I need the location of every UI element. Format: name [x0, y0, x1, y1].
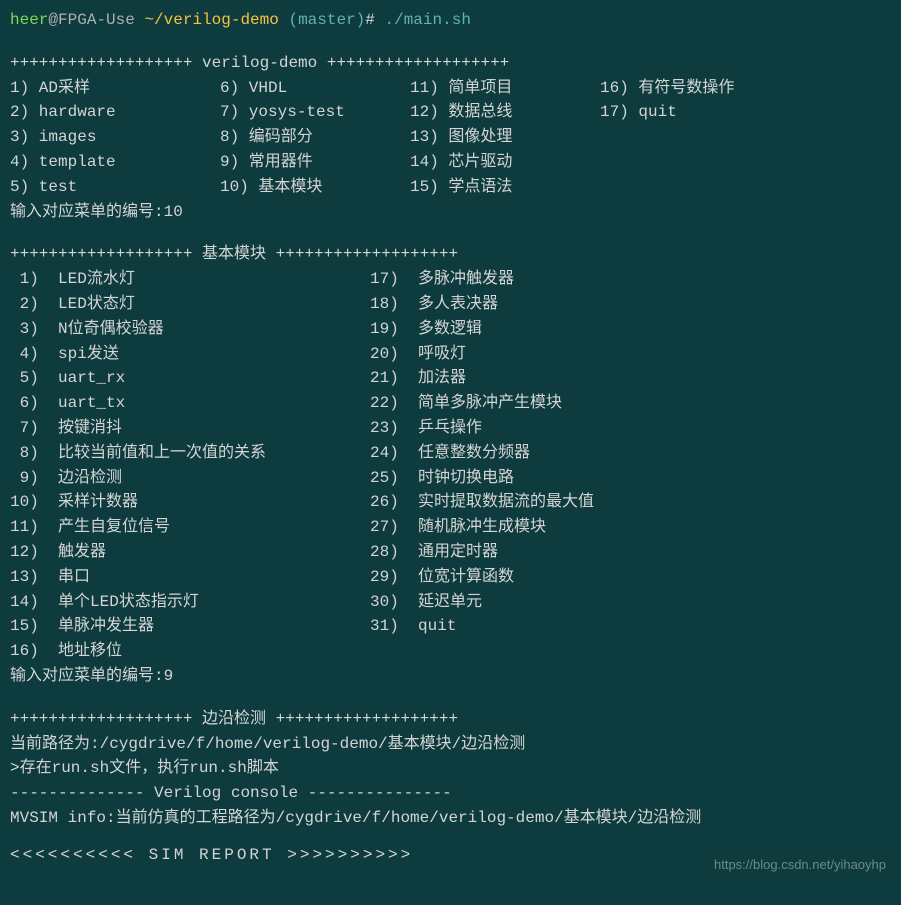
menu-item[interactable]: 14) 芯片驱动 — [410, 150, 600, 175]
menu-item[interactable]: 19) 多数逻辑 — [370, 317, 891, 342]
menu-item — [600, 175, 891, 200]
menu-item[interactable]: 12) 触发器 — [10, 540, 370, 565]
menu-item[interactable]: 21) 加法器 — [370, 366, 891, 391]
menu-item[interactable]: 24) 任意整数分频器 — [370, 441, 891, 466]
menu-item — [600, 150, 891, 175]
section1-header: +++++++++++++++++++ verilog-demo +++++++… — [10, 51, 891, 76]
menu-item[interactable]: 16) 有符号数操作 — [600, 76, 891, 101]
menu-item[interactable]: 6) uart_tx — [10, 391, 370, 416]
menu-item[interactable]: 15) 单脉冲发生器 — [10, 614, 370, 639]
menu1-grid: 1) AD采样6) VHDL11) 简单项目16) 有符号数操作 2) hardw… — [10, 76, 891, 200]
menu-item[interactable]: 12) 数据总线 — [410, 100, 600, 125]
menu-item[interactable]: 1) LED流水灯 — [10, 267, 370, 292]
output-line: >存在run.sh文件，执行run.sh脚本 — [10, 756, 891, 781]
menu-item — [370, 639, 891, 664]
menu-item[interactable]: 4) template — [10, 150, 220, 175]
menu1-input-label: 输入对应菜单的编号: — [10, 203, 164, 221]
menu2-grid: 1) LED流水灯17) 多脉冲触发器 2) LED状态灯18) 多人表决器 3… — [10, 267, 891, 664]
menu-item[interactable]: 15) 学点语法 — [410, 175, 600, 200]
menu-item[interactable]: 9) 常用器件 — [220, 150, 410, 175]
menu-item[interactable]: 10) 采样计数器 — [10, 490, 370, 515]
menu-item[interactable]: 14) 单个LED状态指示灯 — [10, 590, 370, 615]
menu-item[interactable]: 27) 随机脉冲生成模块 — [370, 515, 891, 540]
menu-item[interactable]: 22) 简单多脉冲产生模块 — [370, 391, 891, 416]
menu-item[interactable]: 20) 呼吸灯 — [370, 342, 891, 367]
menu-item[interactable]: 31) quit — [370, 614, 891, 639]
menu-item[interactable]: 29) 位宽计算函数 — [370, 565, 891, 590]
menu2-input[interactable]: 输入对应菜单的编号:9 — [10, 664, 891, 689]
menu-item[interactable]: 18) 多人表决器 — [370, 292, 891, 317]
menu1-input-value: 10 — [164, 203, 183, 221]
menu-item[interactable]: 2) hardware — [10, 100, 220, 125]
section2-header: +++++++++++++++++++ 基本模块 +++++++++++++++… — [10, 242, 891, 267]
menu-item[interactable]: 2) LED状态灯 — [10, 292, 370, 317]
menu-item[interactable]: 30) 延迟单元 — [370, 590, 891, 615]
menu-item[interactable]: 17) 多脉冲触发器 — [370, 267, 891, 292]
menu-item — [600, 125, 891, 150]
menu1-input[interactable]: 输入对应菜单的编号:10 — [10, 200, 891, 225]
menu-item[interactable]: 9) 边沿检测 — [10, 466, 370, 491]
prompt-symbol: # — [365, 11, 375, 29]
menu-item[interactable]: 28) 通用定时器 — [370, 540, 891, 565]
menu-item[interactable]: 8) 比较当前值和上一次值的关系 — [10, 441, 370, 466]
menu-item[interactable]: 8) 编码部分 — [220, 125, 410, 150]
menu-item[interactable]: 17) quit — [600, 100, 891, 125]
prompt-command[interactable]: ./main.sh — [385, 11, 471, 29]
menu-item[interactable]: 6) VHDL — [220, 76, 410, 101]
menu-item[interactable]: 11) 简单项目 — [410, 76, 600, 101]
prompt-user: heer — [10, 11, 48, 29]
menu-item[interactable]: 26) 实时提取数据流的最大值 — [370, 490, 891, 515]
menu-item[interactable]: 16) 地址移位 — [10, 639, 370, 664]
output-line: 当前路径为:/cygdrive/f/home/verilog-demo/基本模块… — [10, 732, 891, 757]
menu-item[interactable]: 5) test — [10, 175, 220, 200]
menu-item[interactable]: 11) 产生自复位信号 — [10, 515, 370, 540]
menu-item[interactable]: 23) 乒乓操作 — [370, 416, 891, 441]
menu-item[interactable]: 4) spi发送 — [10, 342, 370, 367]
menu2-input-label: 输入对应菜单的编号: — [10, 667, 164, 685]
menu-item[interactable]: 10) 基本模块 — [220, 175, 410, 200]
menu-item[interactable]: 13) 串口 — [10, 565, 370, 590]
watermark: https://blog.csdn.net/yihaoyhp — [714, 855, 886, 875]
menu-item[interactable]: 1) AD采样 — [10, 76, 220, 101]
menu-item[interactable]: 5) uart_rx — [10, 366, 370, 391]
section3-header: +++++++++++++++++++ 边沿检测 +++++++++++++++… — [10, 707, 891, 732]
output-line: -------------- Verilog console ---------… — [10, 781, 891, 806]
menu-item[interactable]: 7) yosys-test — [220, 100, 410, 125]
menu-item[interactable]: 3) images — [10, 125, 220, 150]
menu-item[interactable]: 13) 图像处理 — [410, 125, 600, 150]
prompt-host: FPGA-Use — [58, 11, 135, 29]
prompt-branch: (master) — [288, 11, 365, 29]
prompt-at: @ — [48, 11, 58, 29]
output-line: MVSIM info:当前仿真的工程路径为/cygdrive/f/home/ve… — [10, 806, 891, 831]
menu-item[interactable]: 3) N位奇偶校验器 — [10, 317, 370, 342]
menu-item[interactable]: 25) 时钟切换电路 — [370, 466, 891, 491]
menu-item[interactable]: 7) 按键消抖 — [10, 416, 370, 441]
prompt-path: ~/verilog-demo — [144, 11, 278, 29]
shell-prompt: heer@FPGA-Use ~/verilog-demo (master)# .… — [10, 8, 891, 33]
menu2-input-value: 9 — [164, 667, 174, 685]
